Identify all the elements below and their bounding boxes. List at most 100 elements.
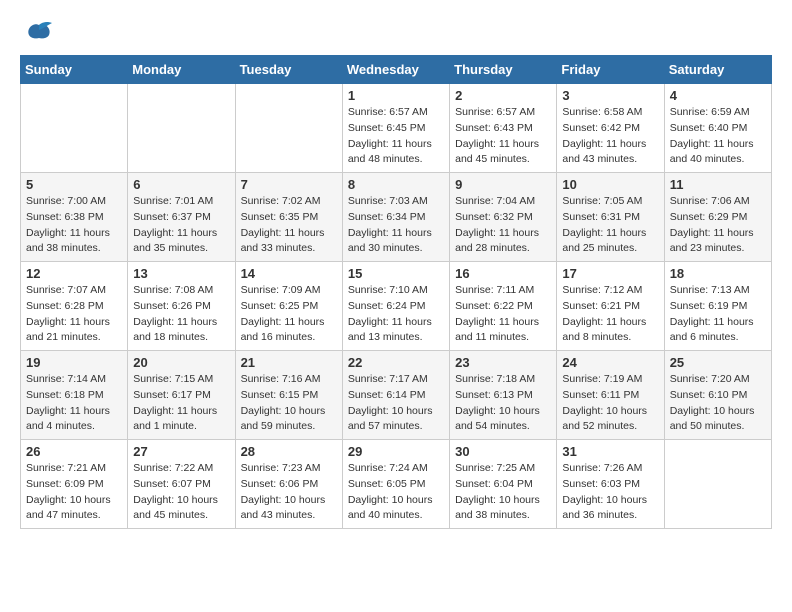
calendar-header-thursday: Thursday — [450, 56, 557, 84]
calendar-cell: 13 Sunrise: 7:08 AM Sunset: 6:26 PM Dayli… — [128, 262, 235, 351]
calendar-cell: 6 Sunrise: 7:01 AM Sunset: 6:37 PM Daylig… — [128, 173, 235, 262]
day-info: Sunrise: 7:24 AM Sunset: 6:05 PM Dayligh… — [348, 461, 444, 524]
calendar-cell: 2 Sunrise: 6:57 AM Sunset: 6:43 PM Daylig… — [450, 84, 557, 173]
calendar-cell: 19 Sunrise: 7:14 AM Sunset: 6:18 PM Dayli… — [21, 351, 128, 440]
day-number: 1 — [348, 88, 444, 103]
calendar-cell: 28Sunrise: 7:23 AM Sunset: 6:06 PM Dayli… — [235, 440, 342, 529]
calendar-table: SundayMondayTuesdayWednesdayThursdayFrid… — [20, 55, 772, 529]
calendar-cell: 27 Sunrise: 7:22 AM Sunset: 6:07 PM Dayli… — [128, 440, 235, 529]
day-number: 18 — [670, 266, 766, 281]
calendar-cell: 29 Sunrise: 7:24 AM Sunset: 6:05 PM Dayli… — [342, 440, 449, 529]
calendar-cell: 4Sunrise: 6:59 AM Sunset: 6:40 PM Daylig… — [664, 84, 771, 173]
day-number: 6 — [133, 177, 229, 192]
day-number: 5 — [26, 177, 122, 192]
calendar-cell: 5Sunrise: 7:00 AM Sunset: 6:38 PM Daylig… — [21, 173, 128, 262]
calendar-cell: 1 Sunrise: 6:57 AM Sunset: 6:45 PM Daylig… — [342, 84, 449, 173]
day-info: Sunrise: 7:08 AM Sunset: 6:26 PM Dayligh… — [133, 283, 229, 346]
calendar-week-5: 26 Sunrise: 7:21 AM Sunset: 6:09 PM Dayli… — [21, 440, 772, 529]
calendar-week-1: 1 Sunrise: 6:57 AM Sunset: 6:45 PM Daylig… — [21, 84, 772, 173]
day-number: 26 — [26, 444, 122, 459]
day-info: Sunrise: 7:09 AM Sunset: 6:25 PM Dayligh… — [241, 283, 337, 346]
day-number: 14 — [241, 266, 337, 281]
calendar-cell: 18 Sunrise: 7:13 AM Sunset: 6:19 PM Dayli… — [664, 262, 771, 351]
day-info: Sunrise: 7:10 AM Sunset: 6:24 PM Dayligh… — [348, 283, 444, 346]
calendar-cell — [21, 84, 128, 173]
day-number: 3 — [562, 88, 658, 103]
day-info: Sunrise: 7:15 AM Sunset: 6:17 PM Dayligh… — [133, 372, 229, 435]
day-number: 28 — [241, 444, 337, 459]
day-info: Sunrise: 7:04 AM Sunset: 6:32 PM Dayligh… — [455, 194, 551, 257]
day-number: 30 — [455, 444, 551, 459]
day-number: 10 — [562, 177, 658, 192]
calendar-cell: 22Sunrise: 7:17 AM Sunset: 6:14 PM Dayli… — [342, 351, 449, 440]
day-number: 27 — [133, 444, 229, 459]
day-info: Sunrise: 7:13 AM Sunset: 6:19 PM Dayligh… — [670, 283, 766, 346]
day-info: Sunrise: 7:18 AM Sunset: 6:13 PM Dayligh… — [455, 372, 551, 435]
calendar-cell: 31 Sunrise: 7:26 AM Sunset: 6:03 PM Dayli… — [557, 440, 664, 529]
calendar-week-2: 5Sunrise: 7:00 AM Sunset: 6:38 PM Daylig… — [21, 173, 772, 262]
day-number: 19 — [26, 355, 122, 370]
calendar-cell — [128, 84, 235, 173]
calendar-cell: 17 Sunrise: 7:12 AM Sunset: 6:21 PM Dayli… — [557, 262, 664, 351]
day-info: Sunrise: 6:57 AM Sunset: 6:43 PM Dayligh… — [455, 105, 551, 168]
day-info: Sunrise: 6:58 AM Sunset: 6:42 PM Dayligh… — [562, 105, 658, 168]
calendar-cell: 12 Sunrise: 7:07 AM Sunset: 6:28 PM Dayli… — [21, 262, 128, 351]
day-info: Sunrise: 7:20 AM Sunset: 6:10 PM Dayligh… — [670, 372, 766, 435]
calendar-cell: 8 Sunrise: 7:03 AM Sunset: 6:34 PM Daylig… — [342, 173, 449, 262]
logo — [20, 20, 54, 45]
day-number: 2 — [455, 88, 551, 103]
day-number: 21 — [241, 355, 337, 370]
day-number: 12 — [26, 266, 122, 281]
calendar-cell: 24 Sunrise: 7:19 AM Sunset: 6:11 PM Dayli… — [557, 351, 664, 440]
day-number: 8 — [348, 177, 444, 192]
day-info: Sunrise: 7:21 AM Sunset: 6:09 PM Dayligh… — [26, 461, 122, 524]
day-number: 25 — [670, 355, 766, 370]
calendar-cell: 7 Sunrise: 7:02 AM Sunset: 6:35 PM Daylig… — [235, 173, 342, 262]
day-info: Sunrise: 7:16 AM Sunset: 6:15 PM Dayligh… — [241, 372, 337, 435]
calendar-cell: 14 Sunrise: 7:09 AM Sunset: 6:25 PM Dayli… — [235, 262, 342, 351]
day-info: Sunrise: 7:12 AM Sunset: 6:21 PM Dayligh… — [562, 283, 658, 346]
day-number: 20 — [133, 355, 229, 370]
calendar-cell — [235, 84, 342, 173]
day-number: 9 — [455, 177, 551, 192]
calendar-header-wednesday: Wednesday — [342, 56, 449, 84]
day-info: Sunrise: 7:06 AM Sunset: 6:29 PM Dayligh… — [670, 194, 766, 257]
calendar-cell: 10 Sunrise: 7:05 AM Sunset: 6:31 PM Dayli… — [557, 173, 664, 262]
day-number: 13 — [133, 266, 229, 281]
calendar-header-monday: Monday — [128, 56, 235, 84]
day-number: 29 — [348, 444, 444, 459]
day-number: 23 — [455, 355, 551, 370]
day-number: 31 — [562, 444, 658, 459]
day-info: Sunrise: 7:26 AM Sunset: 6:03 PM Dayligh… — [562, 461, 658, 524]
logo-bird-icon — [24, 20, 54, 45]
calendar-cell: 9 Sunrise: 7:04 AM Sunset: 6:32 PM Daylig… — [450, 173, 557, 262]
day-info: Sunrise: 7:03 AM Sunset: 6:34 PM Dayligh… — [348, 194, 444, 257]
day-number: 7 — [241, 177, 337, 192]
day-info: Sunrise: 7:19 AM Sunset: 6:11 PM Dayligh… — [562, 372, 658, 435]
calendar-cell: 23 Sunrise: 7:18 AM Sunset: 6:13 PM Dayli… — [450, 351, 557, 440]
day-info: Sunrise: 7:07 AM Sunset: 6:28 PM Dayligh… — [26, 283, 122, 346]
calendar-cell — [664, 440, 771, 529]
day-number: 17 — [562, 266, 658, 281]
calendar-header-tuesday: Tuesday — [235, 56, 342, 84]
day-info: Sunrise: 7:11 AM Sunset: 6:22 PM Dayligh… — [455, 283, 551, 346]
day-info: Sunrise: 7:01 AM Sunset: 6:37 PM Dayligh… — [133, 194, 229, 257]
calendar-cell: 25 Sunrise: 7:20 AM Sunset: 6:10 PM Dayli… — [664, 351, 771, 440]
calendar-cell: 11 Sunrise: 7:06 AM Sunset: 6:29 PM Dayli… — [664, 173, 771, 262]
day-number: 24 — [562, 355, 658, 370]
calendar-cell: 26 Sunrise: 7:21 AM Sunset: 6:09 PM Dayli… — [21, 440, 128, 529]
day-info: Sunrise: 7:22 AM Sunset: 6:07 PM Dayligh… — [133, 461, 229, 524]
day-number: 4 — [670, 88, 766, 103]
day-number: 15 — [348, 266, 444, 281]
calendar-header-sunday: Sunday — [21, 56, 128, 84]
day-info: Sunrise: 7:02 AM Sunset: 6:35 PM Dayligh… — [241, 194, 337, 257]
day-number: 11 — [670, 177, 766, 192]
day-info: Sunrise: 7:14 AM Sunset: 6:18 PM Dayligh… — [26, 372, 122, 435]
page-header — [20, 20, 772, 45]
calendar-cell: 21 Sunrise: 7:16 AM Sunset: 6:15 PM Dayli… — [235, 351, 342, 440]
calendar-week-3: 12 Sunrise: 7:07 AM Sunset: 6:28 PM Dayli… — [21, 262, 772, 351]
day-info: Sunrise: 6:57 AM Sunset: 6:45 PM Dayligh… — [348, 105, 444, 168]
day-number: 16 — [455, 266, 551, 281]
day-info: Sunrise: 7:05 AM Sunset: 6:31 PM Dayligh… — [562, 194, 658, 257]
calendar-header-row: SundayMondayTuesdayWednesdayThursdayFrid… — [21, 56, 772, 84]
